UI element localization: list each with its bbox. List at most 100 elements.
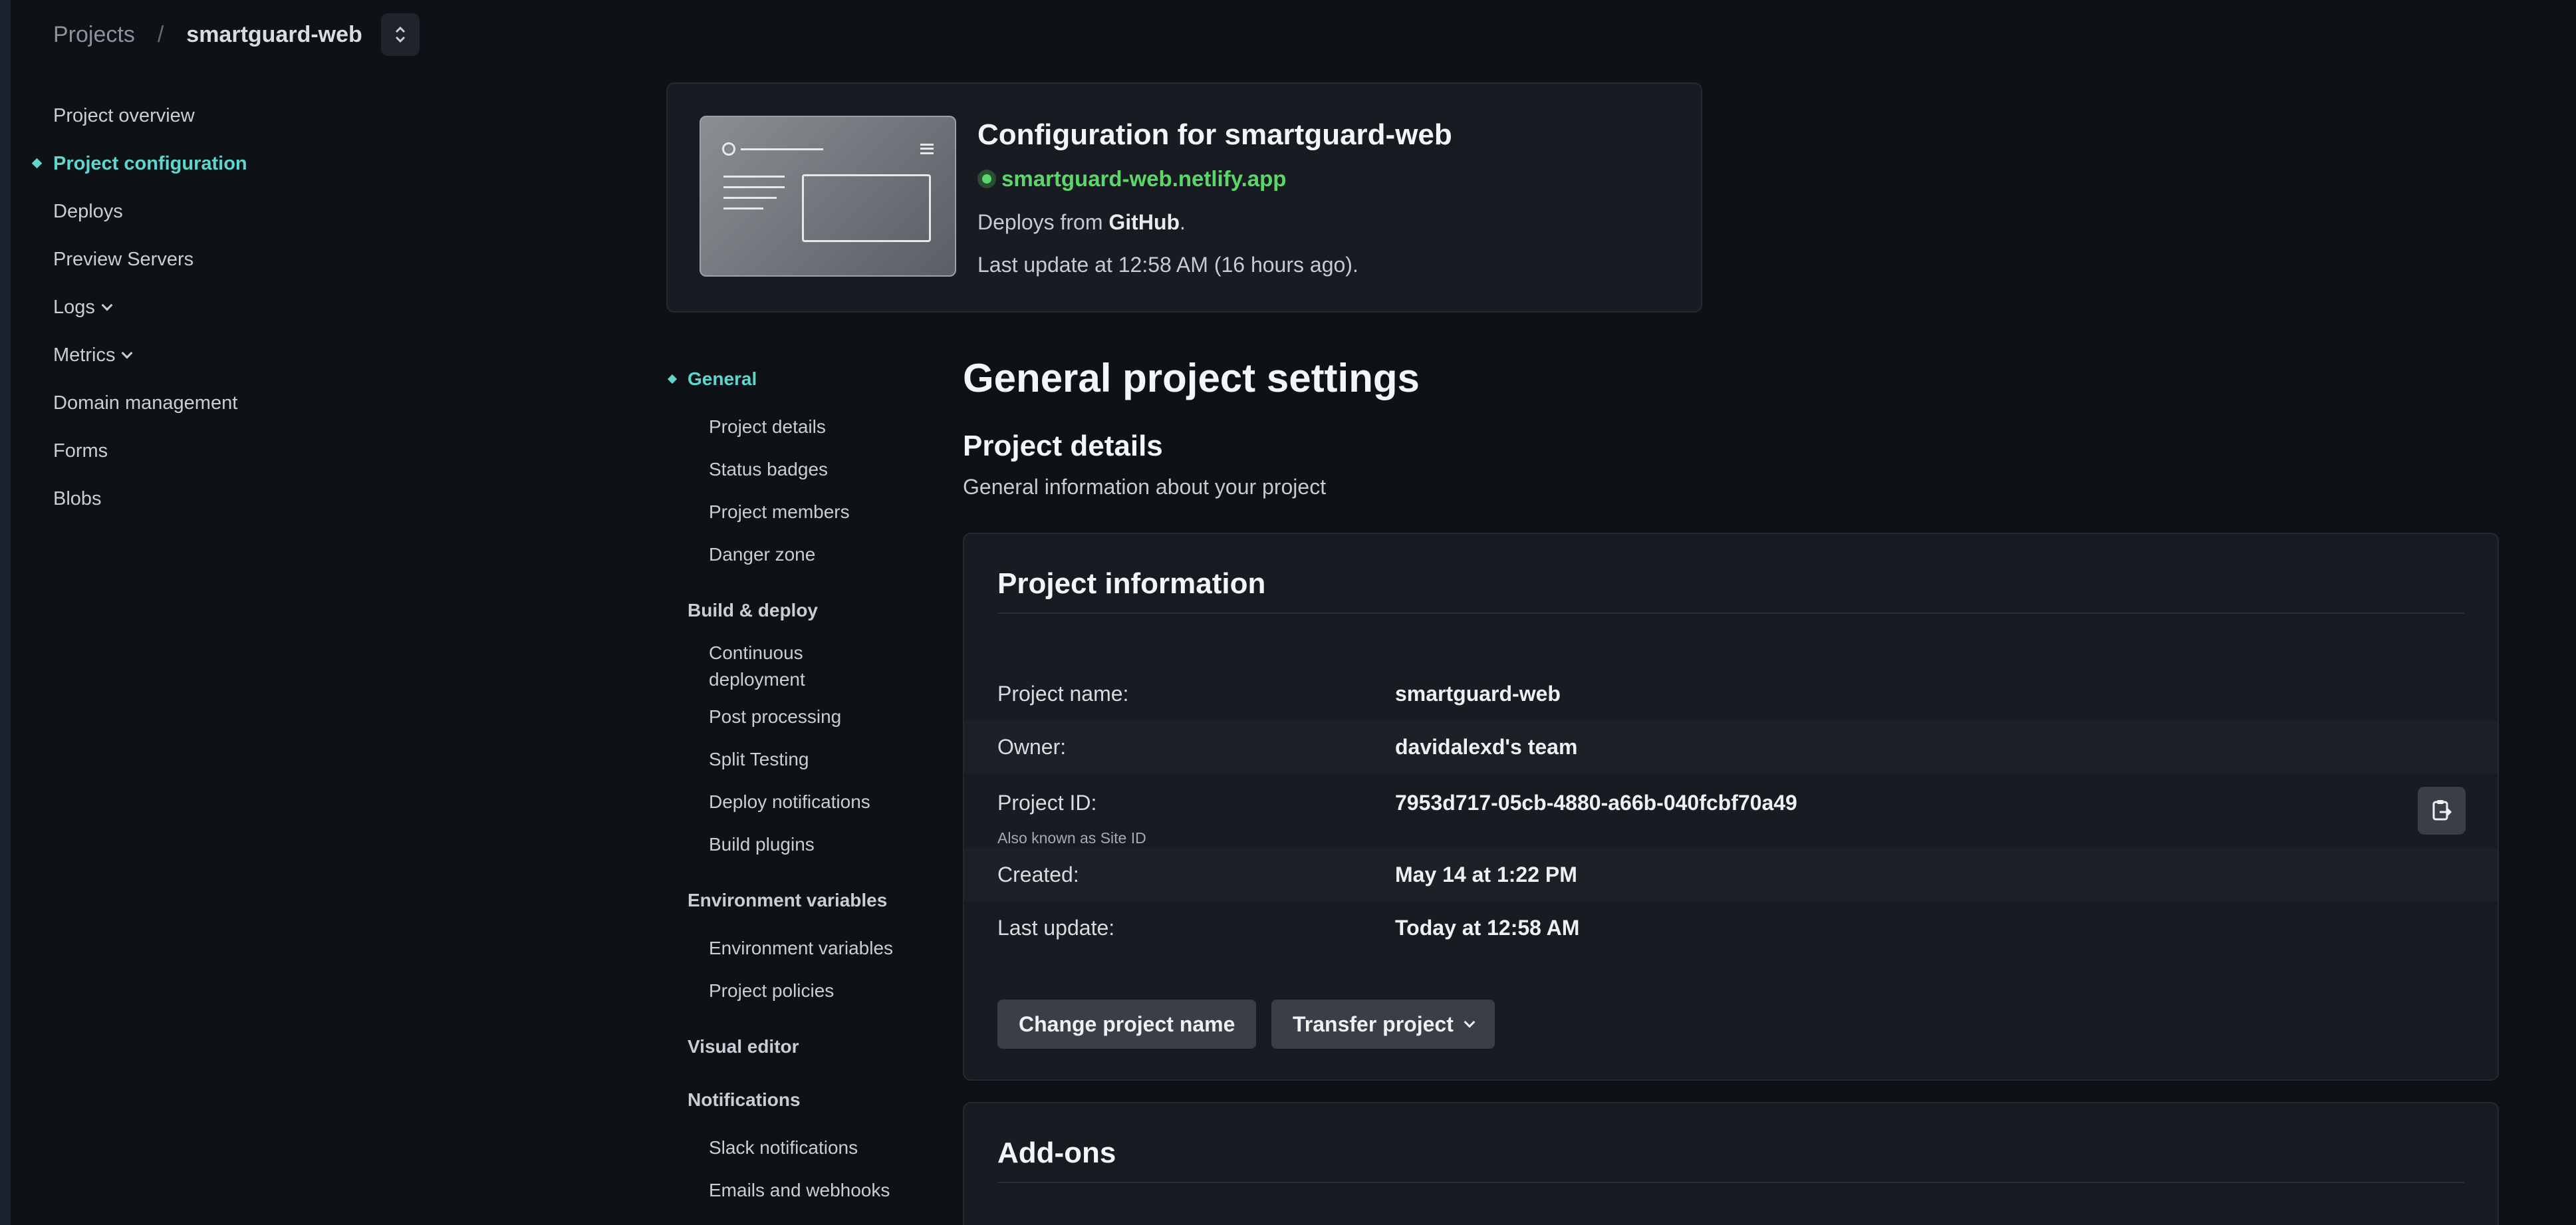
thumbnail-text-line bbox=[723, 207, 763, 209]
sidebar-item-label: Project overview bbox=[53, 104, 195, 126]
row-value: 7953d717-05cb-4880-a66b-040fcbf70a49 bbox=[1395, 791, 1797, 815]
subnav-item-slack-notifications[interactable]: Slack notifications bbox=[666, 1127, 932, 1169]
thumbnail-text-line bbox=[723, 186, 785, 188]
sidebar-item-metrics[interactable]: Metrics bbox=[53, 331, 332, 379]
deploy-source: Deploys from GitHub. bbox=[977, 210, 1186, 235]
row-label: Project ID: bbox=[997, 791, 1097, 815]
sidebar-item-label: Metrics bbox=[53, 344, 116, 366]
row-value: May 14 at 1:22 PM bbox=[1395, 862, 1577, 886]
sidebar-item-label: Deploys bbox=[53, 200, 123, 222]
sidebar-item-label: Forms bbox=[53, 440, 108, 462]
sidebar-item-label: Blobs bbox=[53, 487, 102, 509]
deploy-source-suffix: . bbox=[1180, 210, 1186, 234]
breadcrumb-site-name[interactable]: smartguard-web bbox=[186, 22, 362, 48]
subnav-item-continuous-deployment[interactable]: Continuous deployment bbox=[666, 637, 866, 696]
subnav-item-environment-variables[interactable]: Environment variables bbox=[666, 927, 932, 970]
row-label: Last update: bbox=[997, 915, 1115, 940]
row-label: Created: bbox=[997, 862, 1079, 886]
subnav-item-deploy-notifications[interactable]: Deploy notifications bbox=[666, 781, 932, 823]
row-value: davidalexd's team bbox=[1395, 734, 1578, 759]
subnav-item-project-members[interactable]: Project members bbox=[666, 491, 932, 533]
subnav-section-build-deploy[interactable]: Build & deploy bbox=[666, 584, 932, 637]
sidebar-item-deploys[interactable]: Deploys bbox=[53, 188, 332, 235]
chevron-down-icon bbox=[101, 299, 113, 311]
subnav-section-environment-variables[interactable]: Environment variables bbox=[666, 874, 932, 927]
page-title: General project settings bbox=[963, 355, 1420, 400]
card-title: Project information bbox=[997, 567, 1266, 600]
window-edge bbox=[0, 0, 11, 1225]
info-row-last-update: Last update: Today at 12:58 AM bbox=[964, 901, 2498, 954]
row-label: Owner: bbox=[997, 734, 1067, 759]
info-row-owner: Owner: davidalexd's team bbox=[964, 720, 2498, 773]
breadcrumb: Projects / smartguard-web bbox=[53, 13, 420, 56]
divider bbox=[997, 1182, 2464, 1183]
add-ons-card: Add-ons bbox=[963, 1102, 2499, 1225]
project-switcher-button[interactable] bbox=[380, 13, 420, 56]
thumbnail-line bbox=[741, 148, 823, 150]
sidebar-nav: Project overview Project configuration D… bbox=[31, 92, 332, 523]
section-description: General information about your project bbox=[963, 475, 1327, 499]
copy-project-id-button[interactable] bbox=[2418, 787, 2466, 835]
deploy-source-prefix: Deploys from bbox=[977, 210, 1109, 234]
thumbnail-text-line bbox=[723, 197, 777, 199]
change-project-name-button[interactable]: Change project name bbox=[997, 1000, 1257, 1049]
config-title: Configuration for smartguard-web bbox=[977, 118, 1452, 151]
subnav-section-general[interactable]: General bbox=[666, 352, 932, 406]
subnav-item-project-details[interactable]: Project details bbox=[666, 406, 932, 448]
site-url-link[interactable]: smartguard-web.netlify.app bbox=[977, 166, 1286, 192]
sidebar-item-label: Domain management bbox=[53, 392, 238, 414]
sidebar-item-logs[interactable]: Logs bbox=[53, 283, 332, 331]
site-preview-thumbnail[interactable] bbox=[700, 116, 956, 277]
info-row-project-name: Project name: smartguard-web bbox=[964, 667, 2498, 720]
sidebar-item-label: Logs bbox=[53, 296, 95, 318]
subnav-item-post-processing[interactable]: Post processing bbox=[666, 696, 932, 738]
thumbnail-text-line bbox=[723, 176, 785, 178]
active-indicator-icon bbox=[31, 158, 43, 169]
row-sublabel: Also known as Site ID bbox=[997, 829, 1146, 847]
sidebar-item-forms[interactable]: Forms bbox=[53, 427, 332, 475]
info-row-created: Created: May 14 at 1:22 PM bbox=[964, 848, 2498, 901]
subnav-section-label: General bbox=[688, 368, 757, 389]
active-indicator-icon bbox=[667, 374, 678, 384]
section-title: Project details bbox=[963, 430, 1163, 462]
chevron-down-icon bbox=[1464, 1016, 1476, 1028]
main-content: General project settings Project details… bbox=[963, 346, 2499, 1225]
subnav-item-status-badges[interactable]: Status badges bbox=[666, 448, 932, 491]
breadcrumb-projects-link[interactable]: Projects bbox=[53, 22, 135, 48]
settings-subnav: General Project details Status badges Pr… bbox=[666, 352, 932, 1212]
project-information-card: Project information Project name: smartg… bbox=[963, 533, 2499, 1081]
card-title: Add-ons bbox=[997, 1137, 1116, 1169]
status-dot-icon bbox=[977, 170, 996, 188]
button-label: Transfer project bbox=[1293, 1012, 1454, 1036]
subnav-item-danger-zone[interactable]: Danger zone bbox=[666, 533, 932, 576]
sidebar-item-blobs[interactable]: Blobs bbox=[53, 475, 332, 523]
sidebar-item-project-configuration[interactable]: Project configuration bbox=[31, 140, 332, 188]
divider bbox=[997, 612, 2464, 614]
subnav-item-project-policies[interactable]: Project policies bbox=[666, 970, 932, 1012]
sidebar-item-label: Preview Servers bbox=[53, 248, 194, 270]
chevron-up-down-icon bbox=[395, 26, 405, 43]
row-label: Project name: bbox=[997, 681, 1129, 706]
thumbnail-menu-icon bbox=[920, 144, 934, 154]
clipboard-copy-icon bbox=[2432, 800, 2452, 821]
thumbnail-content-box bbox=[802, 174, 931, 242]
subnav-item-split-testing[interactable]: Split Testing bbox=[666, 738, 932, 781]
transfer-project-button[interactable]: Transfer project bbox=[1271, 1000, 1495, 1049]
button-label: Change project name bbox=[1019, 1012, 1235, 1036]
sidebar-item-domain-management[interactable]: Domain management bbox=[53, 379, 332, 427]
thumbnail-dot-icon bbox=[722, 142, 735, 156]
deploy-source-name: GitHub bbox=[1108, 210, 1180, 234]
subnav-section-notifications[interactable]: Notifications bbox=[666, 1073, 932, 1127]
sidebar-item-project-overview[interactable]: Project overview bbox=[53, 92, 332, 140]
subnav-item-build-plugins[interactable]: Build plugins bbox=[666, 823, 932, 866]
info-row-project-id: Project ID: Also known as Site ID 7953d7… bbox=[964, 773, 2498, 848]
row-value: Today at 12:58 AM bbox=[1395, 915, 1580, 940]
subnav-item-emails-webhooks[interactable]: Emails and webhooks bbox=[666, 1169, 932, 1212]
chevron-down-icon bbox=[121, 347, 133, 359]
subnav-section-visual-editor[interactable]: Visual editor bbox=[666, 1020, 932, 1073]
configuration-summary-card: Configuration for smartguard-web smartgu… bbox=[666, 82, 1702, 313]
site-url-text: smartguard-web.netlify.app bbox=[1001, 166, 1287, 191]
sidebar-item-label: Project configuration bbox=[53, 152, 247, 174]
sidebar-item-preview-servers[interactable]: Preview Servers bbox=[53, 235, 332, 283]
breadcrumb-separator: / bbox=[157, 21, 164, 47]
